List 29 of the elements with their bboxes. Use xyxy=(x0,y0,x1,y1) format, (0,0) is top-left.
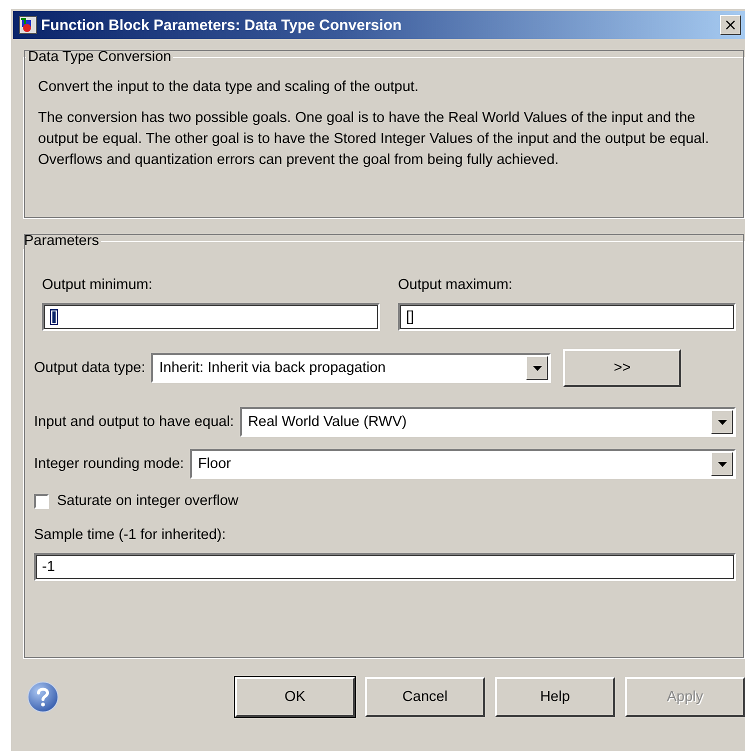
assistant-button[interactable]: >> xyxy=(563,349,682,387)
field-label: Output minimum: xyxy=(42,277,154,293)
dialog-button[interactable]: OK xyxy=(235,677,355,717)
group-title: Data Type Conversion xyxy=(27,49,172,65)
field-label: Input and output to have equal: xyxy=(34,414,234,430)
field-label: Output data type: xyxy=(34,360,146,376)
description-text: The conversion has two possible goals. One goal is to have the Real World Values of the input and the output be equal. The other goal is to have the Stored Integer Values of the input and the output be equal. Overflows and quantization errors can prevent the goal from being fully achieved. xyxy=(38,109,710,170)
dropdown-arrow-icon xyxy=(532,366,542,370)
dropdown[interactable]: Inherit: Inherit via back propagation xyxy=(151,353,552,383)
dialog-button[interactable]: Cancel xyxy=(365,677,485,717)
description-text: Convert the input to the data type and scaling of the output. xyxy=(38,78,420,97)
input-field[interactable]: [] xyxy=(398,303,736,331)
dropdown[interactable]: Floor xyxy=(190,449,736,479)
window-title: Function Block Parameters: Data Type Conversion xyxy=(41,16,403,34)
input-field[interactable]: -1 xyxy=(34,553,736,581)
field-label: Integer rounding mode: xyxy=(34,456,184,472)
block-diagram-icon xyxy=(19,16,37,34)
close-button[interactable]: × xyxy=(720,15,741,35)
checkbox[interactable] xyxy=(34,494,49,508)
dropdown-arrow-icon xyxy=(718,462,726,466)
group-title: Parameters xyxy=(23,233,100,249)
dialog-button[interactable]: Help xyxy=(495,677,615,717)
field-label: Output maximum: xyxy=(398,277,514,293)
field-label: Sample time (-1 for inherited): xyxy=(34,527,227,543)
dropdown-arrow-icon xyxy=(718,420,726,424)
dropdown[interactable]: Real World Value (RWV) xyxy=(240,407,736,437)
input-field[interactable]: [] xyxy=(42,303,380,331)
help-icon[interactable] xyxy=(27,681,59,713)
checkbox-label: Saturate on integer overflow xyxy=(57,493,238,509)
